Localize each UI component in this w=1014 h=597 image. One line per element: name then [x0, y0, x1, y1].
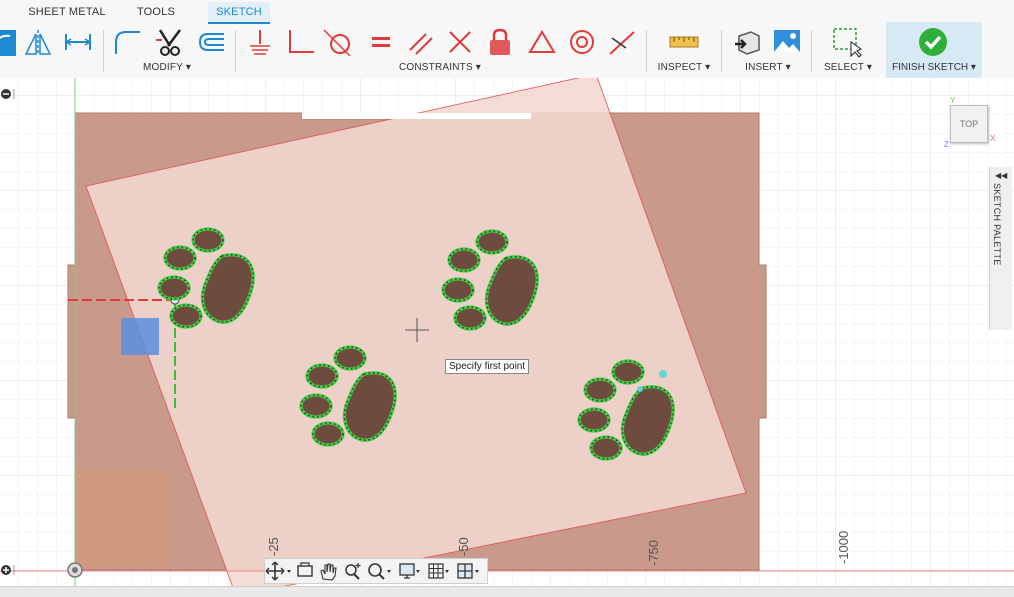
triangle-icon[interactable]: [526, 26, 558, 58]
divider: [811, 30, 812, 72]
insert-image-icon[interactable]: [771, 26, 803, 58]
sketch-drawing: [0, 78, 1014, 586]
display-settings-icon[interactable]: [399, 563, 420, 579]
concentric-icon[interactable]: [566, 26, 598, 58]
collapse-browser-icon[interactable]: [0, 87, 18, 103]
equal-icon[interactable]: [364, 26, 396, 58]
zoom-window-icon[interactable]: [368, 563, 391, 580]
midpoint-icon[interactable]: [606, 26, 638, 58]
finish-sketch-panel[interactable]: FINISH SKETCH ▾: [886, 22, 982, 78]
parallel-icon[interactable]: [404, 26, 436, 58]
navigation-bar: [264, 558, 488, 584]
tab-sheet-metal[interactable]: SHEET METAL: [22, 2, 112, 22]
insert-mesh-icon[interactable]: [731, 26, 763, 58]
mirror-icon[interactable]: [22, 26, 54, 58]
perpendicular-icon[interactable]: [284, 26, 316, 58]
command-tooltip: Specify first point: [445, 359, 530, 374]
viewcube[interactable]: TOP: [950, 105, 988, 143]
fillet-icon[interactable]: [112, 26, 144, 58]
dimension-icon[interactable]: [62, 26, 94, 58]
create-spline-icon[interactable]: [0, 26, 18, 58]
modify-menu[interactable]: MODIFY ▾: [132, 62, 202, 73]
fix-lock-icon[interactable]: [484, 26, 516, 58]
viewcube-axis-x: X: [990, 134, 996, 143]
measure-icon[interactable]: [668, 26, 700, 58]
status-bar: [0, 586, 1014, 597]
inspect-menu[interactable]: INSPECT ▾: [654, 62, 714, 73]
expand-comments-icon[interactable]: [0, 563, 18, 579]
offset-icon[interactable]: [194, 26, 226, 58]
tab-sketch[interactable]: SKETCH: [208, 2, 270, 24]
trim-icon[interactable]: [154, 26, 186, 58]
grid-icon[interactable]: [428, 563, 449, 579]
sketch-palette-label: SKETCH PALETTE: [992, 183, 1002, 266]
window-select-icon[interactable]: [831, 26, 863, 58]
pan-hand-icon[interactable]: [320, 563, 337, 581]
sketch-palette[interactable]: ◀◀ SKETCH PALETTE: [989, 167, 1012, 330]
look-at-icon[interactable]: [297, 562, 313, 577]
orbit-icon[interactable]: [265, 561, 291, 581]
sketch-canvas[interactable]: [0, 78, 1014, 586]
tab-tools[interactable]: TOOLS: [126, 2, 186, 22]
divider: [646, 30, 647, 72]
tangent-icon[interactable]: [322, 26, 354, 58]
coincident-icon[interactable]: [244, 26, 276, 58]
viewcube-axis-z: Z: [944, 140, 949, 149]
divider: [721, 30, 722, 72]
axis-label: -25: [266, 537, 281, 556]
divider: [235, 30, 236, 72]
viewcube-axis-y: Y: [950, 96, 956, 105]
zoom-icon[interactable]: [345, 563, 361, 580]
axis-label: -1000: [836, 530, 851, 564]
perpendicular-lines-icon[interactable]: [444, 26, 476, 58]
constraints-menu[interactable]: CONSTRAINTS ▾: [385, 62, 495, 73]
select-menu[interactable]: SELECT ▾: [818, 62, 878, 73]
viewports-icon[interactable]: [457, 563, 479, 579]
expand-icon[interactable]: ◀◀: [995, 171, 1007, 180]
axis-label: -750: [646, 539, 661, 566]
ribbon-toolbar: SHEET METAL TOOLS SKETCH MODIFY ▾ CONSTR…: [0, 0, 1014, 79]
viewcube-face[interactable]: TOP: [960, 119, 978, 129]
finish-sketch-label[interactable]: FINISH SKETCH ▾: [886, 62, 982, 73]
axis-label: -50: [456, 537, 471, 556]
finish-check-icon[interactable]: [918, 27, 948, 57]
divider: [103, 30, 104, 72]
insert-menu[interactable]: INSERT ▾: [738, 62, 798, 73]
